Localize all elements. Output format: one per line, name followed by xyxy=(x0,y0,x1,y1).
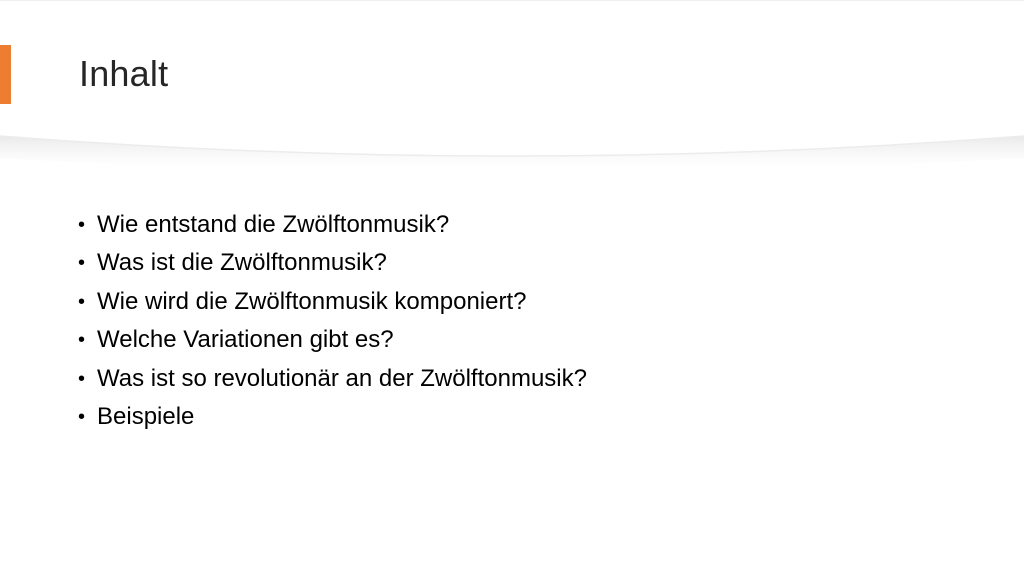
list-item: • Was ist die Zwölftonmusik? xyxy=(78,244,587,282)
bullet-icon: • xyxy=(78,329,86,352)
bullet-icon: • xyxy=(78,214,86,236)
list-item: • Wie wird die Zwölftonmusik komponiert? xyxy=(78,283,587,321)
list-item-text: Wie wird die Zwölftonmusik komponiert? xyxy=(97,287,527,315)
list-item-text: Was ist die Zwölftonmusik? xyxy=(97,249,387,277)
list-item: • Beispiele xyxy=(78,398,587,436)
list-item-text: Welche Variationen gibt es? xyxy=(97,326,394,354)
bullet-icon: • xyxy=(78,367,86,390)
bullet-icon: • xyxy=(78,290,86,313)
title-accent-bar xyxy=(0,45,11,104)
slide: Inhalt • Wie entstand die Zwölftonmusik?… xyxy=(0,0,1024,575)
slide-title: Inhalt xyxy=(79,53,169,94)
list-item: • Welche Variationen gibt es? xyxy=(78,321,587,359)
bullet-icon: • xyxy=(78,252,86,275)
list-item-text: Beispiele xyxy=(97,402,195,430)
bullet-icon: • xyxy=(78,405,86,428)
list-item: • Was ist so revolutionär an der Zwölfto… xyxy=(78,360,587,398)
list-item-text: Was ist so revolutionär an der Zwölftonm… xyxy=(97,364,587,392)
bullet-list: • Wie entstand die Zwölftonmusik? • Was … xyxy=(78,206,587,436)
list-item: • Wie entstand die Zwölftonmusik? xyxy=(78,206,587,244)
list-item-text: Wie entstand die Zwölftonmusik? xyxy=(97,211,450,238)
